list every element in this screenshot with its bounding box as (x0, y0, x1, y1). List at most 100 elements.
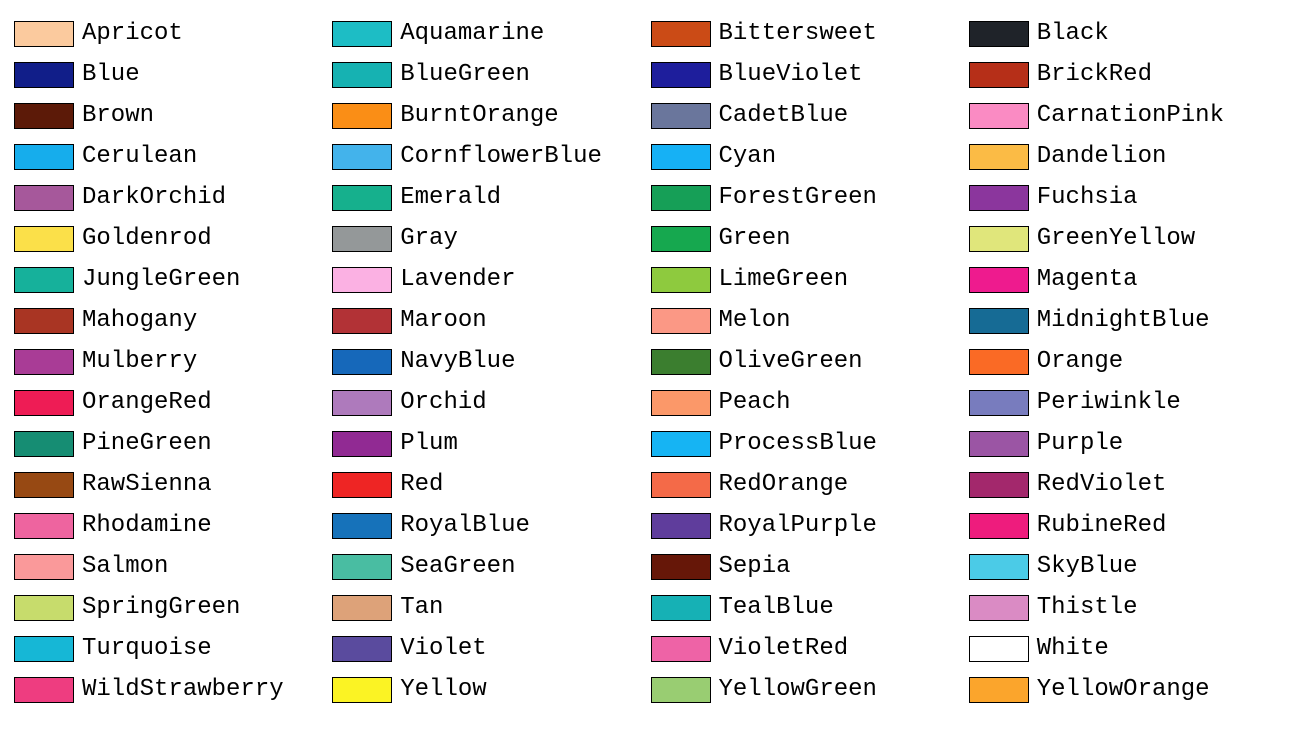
color-swatch-item: BurntOrange (332, 102, 650, 129)
color-swatch (651, 554, 711, 580)
color-swatch (14, 267, 74, 293)
color-label: Lavender (400, 266, 515, 293)
color-label: Peach (719, 389, 791, 416)
color-swatch (332, 349, 392, 375)
color-swatch-item: RedViolet (969, 471, 1287, 498)
color-swatch-item: Apricot (14, 20, 332, 47)
color-label: MidnightBlue (1037, 307, 1210, 334)
color-swatch-item: BlueViolet (651, 61, 969, 88)
color-swatch-item: Peach (651, 389, 969, 416)
color-swatch-item: Tan (332, 594, 650, 621)
color-swatch-item: WildStrawberry (14, 676, 332, 703)
color-label: Bittersweet (719, 20, 877, 47)
color-label: DarkOrchid (82, 184, 226, 211)
color-label: Rhodamine (82, 512, 212, 539)
color-label: GreenYellow (1037, 225, 1195, 252)
color-swatch (14, 62, 74, 88)
color-label: Thistle (1037, 594, 1138, 621)
color-label: Green (719, 225, 791, 252)
color-swatch-item: CornflowerBlue (332, 143, 650, 170)
color-label: Cyan (719, 143, 777, 170)
color-swatch (651, 431, 711, 457)
color-label: Dandelion (1037, 143, 1167, 170)
color-swatch (969, 431, 1029, 457)
color-swatch-item: Turquoise (14, 635, 332, 662)
color-label: Sepia (719, 553, 791, 580)
color-swatch (651, 267, 711, 293)
color-label: SeaGreen (400, 553, 515, 580)
color-swatch-item: SpringGreen (14, 594, 332, 621)
color-swatch-item: RawSienna (14, 471, 332, 498)
color-label: Mahogany (82, 307, 197, 334)
color-swatch (14, 431, 74, 457)
color-swatch-item: Magenta (969, 266, 1287, 293)
color-swatch (14, 349, 74, 375)
color-label: LimeGreen (719, 266, 849, 293)
color-swatch (969, 308, 1029, 334)
color-label: BlueViolet (719, 61, 863, 88)
color-swatch (969, 267, 1029, 293)
color-label: Goldenrod (82, 225, 212, 252)
color-swatch (969, 554, 1029, 580)
color-swatch (332, 185, 392, 211)
color-swatch (332, 636, 392, 662)
color-swatch (332, 513, 392, 539)
color-swatch-item: Salmon (14, 553, 332, 580)
color-label: RawSienna (82, 471, 212, 498)
color-label: PineGreen (82, 430, 212, 457)
color-swatch-item: Mulberry (14, 348, 332, 375)
color-swatch (651, 62, 711, 88)
color-label: VioletRed (719, 635, 849, 662)
color-swatch-item: Cerulean (14, 143, 332, 170)
color-swatch (14, 677, 74, 703)
color-label: YellowGreen (719, 676, 877, 703)
color-swatch (969, 144, 1029, 170)
color-swatch-item: MidnightBlue (969, 307, 1287, 334)
color-swatch-item: Rhodamine (14, 512, 332, 539)
color-swatch-item: Sepia (651, 553, 969, 580)
color-swatch-item: VioletRed (651, 635, 969, 662)
color-swatch (651, 472, 711, 498)
color-swatch-item: YellowGreen (651, 676, 969, 703)
color-swatch-item: Melon (651, 307, 969, 334)
color-label: Orchid (400, 389, 486, 416)
color-swatch (332, 472, 392, 498)
color-swatch-item: Red (332, 471, 650, 498)
color-swatch (651, 677, 711, 703)
color-swatch (651, 636, 711, 662)
color-swatch (14, 472, 74, 498)
color-swatch (651, 349, 711, 375)
color-swatch (332, 308, 392, 334)
color-label: RedOrange (719, 471, 849, 498)
color-label: Black (1037, 20, 1109, 47)
color-swatch-item: Emerald (332, 184, 650, 211)
color-swatch-item: DarkOrchid (14, 184, 332, 211)
color-swatch (969, 103, 1029, 129)
color-swatch-item: Bittersweet (651, 20, 969, 47)
color-label: SpringGreen (82, 594, 240, 621)
color-swatch (332, 554, 392, 580)
color-swatch (332, 103, 392, 129)
color-swatch-item: Lavender (332, 266, 650, 293)
color-swatch-item: Purple (969, 430, 1287, 457)
color-label: CarnationPink (1037, 102, 1224, 129)
color-swatch (14, 144, 74, 170)
color-swatch-item: TealBlue (651, 594, 969, 621)
color-swatch-item: Yellow (332, 676, 650, 703)
color-swatch (969, 390, 1029, 416)
color-swatch-item: GreenYellow (969, 225, 1287, 252)
color-swatch-item: OrangeRed (14, 389, 332, 416)
color-swatch (14, 103, 74, 129)
color-swatch-item: SkyBlue (969, 553, 1287, 580)
color-label: RoyalPurple (719, 512, 877, 539)
color-swatch (651, 390, 711, 416)
color-swatch-item: BlueGreen (332, 61, 650, 88)
color-swatch-item: White (969, 635, 1287, 662)
color-label: Magenta (1037, 266, 1138, 293)
color-swatch-item: Fuchsia (969, 184, 1287, 211)
color-label: Aquamarine (400, 20, 544, 47)
color-swatch (651, 144, 711, 170)
color-label: OliveGreen (719, 348, 863, 375)
color-swatch (651, 595, 711, 621)
color-swatch (969, 226, 1029, 252)
